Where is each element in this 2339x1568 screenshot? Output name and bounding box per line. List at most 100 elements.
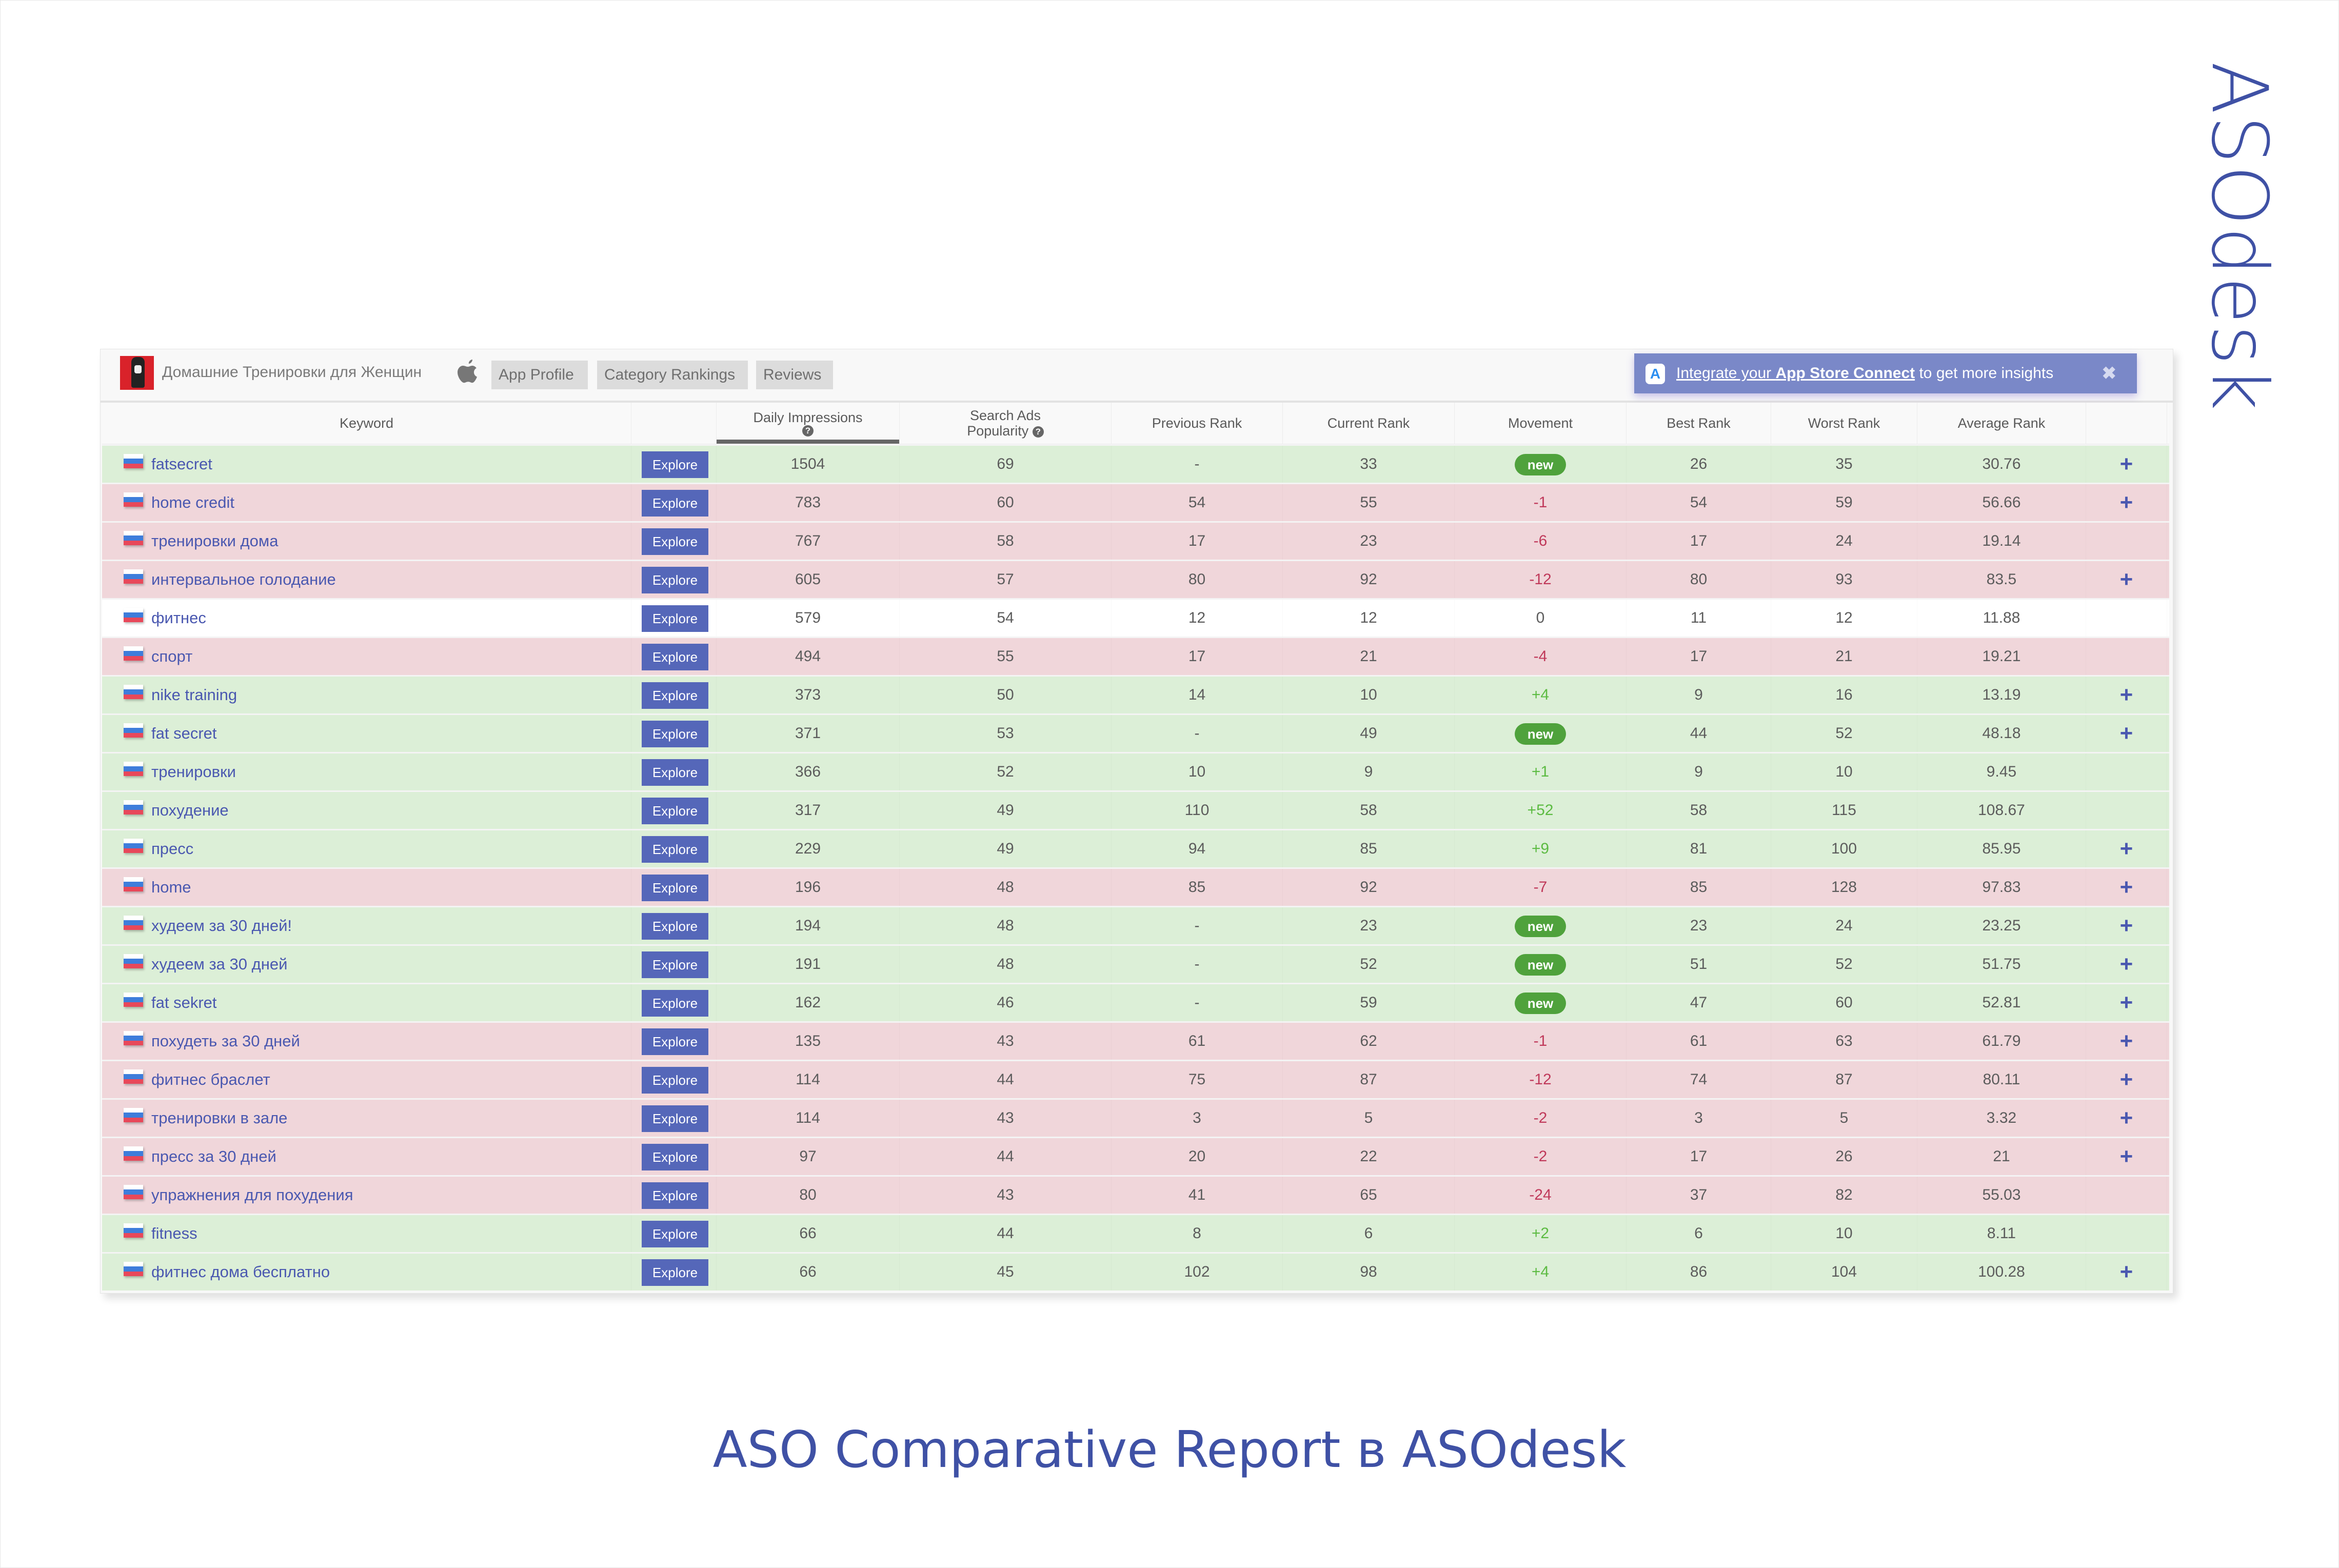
explore-button[interactable]: Explore (642, 567, 708, 593)
daily-impressions-cell: 1504 (717, 446, 900, 483)
movement-cell: -12 (1455, 1061, 1627, 1098)
explore-button[interactable]: Explore (642, 451, 708, 478)
header-best-rank[interactable]: Best Rank (1627, 403, 1771, 444)
search-ads-popularity-cell: 48 (900, 907, 1112, 944)
explore-cell: Explore (631, 600, 717, 637)
explore-button[interactable]: Explore (642, 1259, 708, 1286)
header-average-rank[interactable]: Average Rank (1917, 403, 2086, 444)
header-current-rank[interactable]: Current Rank (1283, 403, 1455, 444)
keyword-link[interactable]: фитнес браслет (151, 1061, 270, 1098)
keyword-link[interactable]: похудение (151, 792, 229, 829)
add-cell: + (2086, 984, 2167, 1021)
keyword-link[interactable]: фитнес дома бесплатно (151, 1254, 330, 1291)
add-icon[interactable]: + (2120, 1067, 2133, 1092)
add-icon[interactable]: + (2120, 1028, 2133, 1054)
keyword-link[interactable]: похудеть за 30 дней (151, 1023, 300, 1060)
worst-rank-cell: 100 (1771, 830, 1917, 867)
keyword-link[interactable]: home (151, 869, 191, 906)
daily-impressions-cell: 80 (717, 1177, 900, 1214)
russia-flag-icon (124, 839, 143, 853)
keyword-link[interactable]: худеем за 30 дней (151, 946, 287, 983)
keyword-link[interactable]: fatsecret (151, 446, 212, 483)
explore-cell: Explore (631, 484, 717, 521)
explore-button[interactable]: Explore (642, 875, 708, 901)
add-icon[interactable]: + (2120, 567, 2133, 592)
keyword-link[interactable]: fitness (151, 1215, 197, 1252)
russia-flag-icon (124, 993, 143, 1007)
table-header: Keyword Daily Impressions ? Search Ads P… (102, 403, 2169, 444)
header-search-ads-popularity[interactable]: Search Ads Popularity ? (900, 403, 1112, 444)
header-worst-rank[interactable]: Worst Rank (1771, 403, 1917, 444)
best-rank-cell: 17 (1627, 638, 1771, 675)
keyword-link[interactable]: тренировки дома (151, 523, 278, 560)
keyword-link[interactable]: спорт (151, 638, 192, 675)
explore-button[interactable]: Explore (642, 605, 708, 632)
header-keyword[interactable]: Keyword (102, 403, 631, 444)
add-icon[interactable]: + (2120, 836, 2133, 861)
table-row: спорт Explore 494 55 17 21 -4 17 21 19.21 (102, 637, 2169, 675)
header-daily-impressions[interactable]: Daily Impressions ? (717, 403, 900, 444)
explore-button[interactable]: Explore (642, 1221, 708, 1247)
explore-button[interactable]: Explore (642, 1028, 708, 1055)
add-icon[interactable]: + (2120, 1259, 2133, 1284)
add-icon[interactable]: + (2120, 682, 2133, 707)
explore-button[interactable]: Explore (642, 836, 708, 863)
keyword-link[interactable]: интервальное голодание (151, 561, 336, 598)
new-badge: new (1515, 454, 1566, 476)
keyword-link[interactable]: fat sekret (151, 984, 217, 1021)
add-icon[interactable]: + (2120, 451, 2133, 477)
add-icon[interactable]: + (2120, 490, 2133, 515)
keyword-cell: nike training (102, 677, 631, 713)
tab-category-rankings[interactable]: Category Rankings (597, 361, 748, 389)
tab-reviews[interactable]: Reviews (756, 361, 833, 389)
explore-button[interactable]: Explore (642, 528, 708, 555)
russia-flag-icon (124, 762, 143, 776)
current-rank-cell: 9 (1283, 753, 1455, 790)
average-rank-cell: 56.66 (1917, 484, 2086, 521)
header-movement[interactable]: Movement (1455, 403, 1627, 444)
tab-app-profile[interactable]: App Profile (491, 361, 588, 389)
explore-button[interactable]: Explore (642, 490, 708, 517)
add-icon[interactable]: + (2120, 875, 2133, 900)
worst-rank-cell: 21 (1771, 638, 1917, 675)
explore-cell: Explore (631, 715, 717, 752)
close-icon[interactable]: ✖ (2102, 353, 2117, 393)
explore-button[interactable]: Explore (642, 990, 708, 1017)
integrate-link[interactable]: Integrate your App Store Connect (1676, 365, 1915, 382)
explore-button[interactable]: Explore (642, 682, 708, 709)
add-icon[interactable]: + (2120, 1105, 2133, 1130)
explore-button[interactable]: Explore (642, 798, 708, 824)
explore-button[interactable]: Explore (642, 644, 708, 670)
explore-button[interactable]: Explore (642, 759, 708, 786)
add-icon[interactable]: + (2120, 951, 2133, 977)
explore-button[interactable]: Explore (642, 913, 708, 940)
help-icon[interactable]: ? (802, 425, 814, 436)
add-icon[interactable]: + (2120, 990, 2133, 1015)
keyword-link[interactable]: fat secret (151, 715, 217, 752)
keyword-link[interactable]: упражнения для похудения (151, 1177, 353, 1214)
add-icon[interactable]: + (2120, 913, 2133, 938)
explore-button[interactable]: Explore (642, 721, 708, 747)
explore-button[interactable]: Explore (642, 951, 708, 978)
keyword-link[interactable]: пресс за 30 дней (151, 1138, 276, 1175)
add-icon[interactable]: + (2120, 721, 2133, 746)
explore-button[interactable]: Explore (642, 1182, 708, 1209)
keyword-link[interactable]: home credit (151, 484, 234, 521)
help-icon[interactable]: ? (1032, 426, 1044, 438)
keyword-link[interactable]: nike training (151, 677, 237, 713)
explore-button[interactable]: Explore (642, 1144, 708, 1170)
search-ads-popularity-cell: 49 (900, 792, 1112, 829)
link-bold: App Store Connect (1775, 365, 1915, 382)
explore-button[interactable]: Explore (642, 1067, 708, 1094)
search-ads-popularity-cell: 54 (900, 600, 1112, 637)
explore-button[interactable]: Explore (642, 1105, 708, 1132)
keyword-link[interactable]: тренировки в зале (151, 1100, 287, 1137)
explore-cell: Explore (631, 792, 717, 829)
keyword-link[interactable]: худеем за 30 дней! (151, 907, 292, 944)
table-row: упражнения для похудения Explore 80 43 41 65 -… (102, 1175, 2169, 1214)
add-icon[interactable]: + (2120, 1144, 2133, 1169)
header-previous-rank[interactable]: Previous Rank (1112, 403, 1283, 444)
keyword-link[interactable]: фитнес (151, 600, 206, 637)
keyword-link[interactable]: тренировки (151, 753, 236, 790)
keyword-link[interactable]: пресс (151, 830, 193, 867)
